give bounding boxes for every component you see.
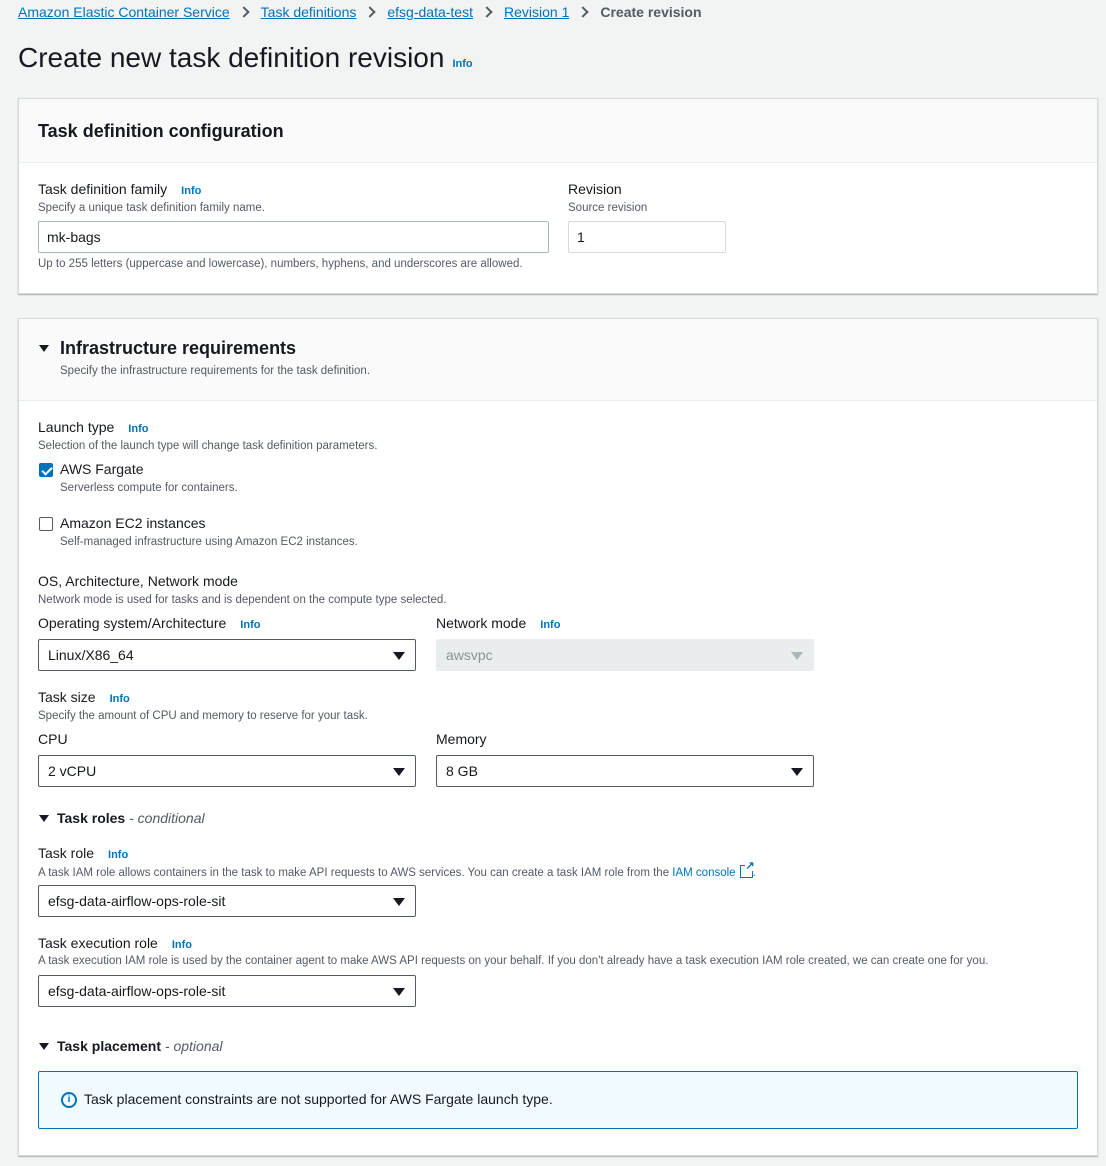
cpu-select-value: 2 vCPU xyxy=(48,763,97,779)
memory-label: Memory xyxy=(436,731,487,747)
infrastructure-requirements-panel: Infrastructure requirements Specify the … xyxy=(18,318,1098,1156)
task-roles-suffix: - conditional xyxy=(129,810,205,826)
task-execution-role-label: Task execution role Info xyxy=(38,935,192,951)
memory-select-value: 8 GB xyxy=(446,763,478,779)
caret-down-icon xyxy=(393,652,405,660)
task-roles-expander[interactable]: Task roles - conditional xyxy=(57,810,205,826)
page-info-link[interactable]: Info xyxy=(452,58,472,70)
family-label-text: Task definition family xyxy=(38,181,168,197)
os-label: Operating system/Architecture Info xyxy=(38,615,260,631)
caret-down-icon xyxy=(393,768,405,776)
task-size-description: Specify the amount of CPU and memory to … xyxy=(38,710,368,722)
breadcrumb-family-link[interactable]: efsg-data-test xyxy=(387,4,473,20)
network-mode-label: Network mode Info xyxy=(436,615,560,631)
task-size-label-text: Task size xyxy=(38,689,96,705)
task-definition-configuration-panel: Task definition configuration Task defin… xyxy=(18,98,1098,294)
task-placement-caret-down-icon[interactable] xyxy=(39,1043,49,1050)
task-placement-title: Task placement xyxy=(57,1038,162,1054)
ec2-label[interactable]: Amazon EC2 instances xyxy=(60,515,206,531)
family-description: Specify a unique task definition family … xyxy=(38,202,265,214)
task-placement-expander[interactable]: Task placement - optional xyxy=(57,1038,223,1054)
task-role-select-value: efsg-data-airflow-ops-role-sit xyxy=(48,893,226,909)
family-label: Task definition family Info xyxy=(38,181,201,197)
task-role-description: A task IAM role allows containers in the… xyxy=(38,861,756,879)
panel-header: Task definition configuration xyxy=(19,99,1097,163)
breadcrumb-revision-link[interactable]: Revision 1 xyxy=(504,4,569,20)
task-placement-suffix: - optional xyxy=(164,1038,223,1054)
page-title-text: Create new task definition revision xyxy=(18,42,445,73)
launch-type-info-link[interactable]: Info xyxy=(128,423,148,435)
os-label-text: Operating system/Architecture xyxy=(38,615,227,631)
panel-header[interactable]: Infrastructure requirements Specify the … xyxy=(19,319,1097,401)
launch-type-label: Launch type Info xyxy=(38,419,148,435)
task-execution-role-info-link[interactable]: Info xyxy=(172,939,192,951)
os-select-value: Linux/X86_64 xyxy=(48,647,134,663)
family-input[interactable]: mk-bags xyxy=(38,221,549,253)
revision-description: Source revision xyxy=(568,202,648,214)
cpu-select[interactable]: 2 vCPU xyxy=(38,755,416,787)
task-roles-caret-down-icon[interactable] xyxy=(39,815,49,822)
task-size-info-link[interactable]: Info xyxy=(110,693,130,705)
chevron-right-icon xyxy=(364,6,377,18)
iam-console-link[interactable]: IAM console xyxy=(672,867,735,879)
network-mode-info-link[interactable]: Info xyxy=(540,619,560,631)
task-placement-info-alert: i Task placement constraints are not sup… xyxy=(38,1071,1078,1129)
breadcrumb-task-definitions-link[interactable]: Task definitions xyxy=(261,4,357,20)
os-arch-network-description: Network mode is used for tasks and is de… xyxy=(38,594,447,606)
breadcrumb-current: Create revision xyxy=(600,4,702,20)
task-role-select[interactable]: efsg-data-airflow-ops-role-sit xyxy=(38,885,416,917)
caret-down-icon xyxy=(791,652,803,660)
cpu-label: CPU xyxy=(38,731,68,747)
fargate-description: Serverless compute for containers. xyxy=(60,482,238,494)
caret-down-icon xyxy=(791,768,803,776)
os-info-link[interactable]: Info xyxy=(240,619,260,631)
task-execution-role-label-text: Task execution role xyxy=(38,935,158,951)
panel-title: Task definition configuration xyxy=(38,121,284,141)
external-link-icon[interactable] xyxy=(739,861,755,878)
chevron-right-icon xyxy=(577,6,590,18)
network-mode-label-text: Network mode xyxy=(436,615,527,631)
task-role-label-text: Task role xyxy=(38,845,95,861)
ec2-checkbox[interactable] xyxy=(39,517,53,531)
caret-down-icon[interactable] xyxy=(39,345,49,352)
breadcrumb: Amazon Elastic Container Service Task de… xyxy=(18,2,702,22)
task-execution-role-select-value: efsg-data-airflow-ops-role-sit xyxy=(48,983,226,999)
caret-down-icon xyxy=(393,898,405,906)
fargate-checkbox[interactable] xyxy=(39,463,53,477)
revision-input: 1 xyxy=(568,221,726,253)
task-role-info-link[interactable]: Info xyxy=(108,849,128,861)
launch-type-label-text: Launch type xyxy=(38,419,115,435)
alert-text: Task placement constraints are not suppo… xyxy=(84,1091,553,1107)
family-info-link[interactable]: Info xyxy=(181,185,201,197)
chevron-right-icon xyxy=(237,6,250,18)
info-circle-icon: i xyxy=(61,1092,77,1108)
page-title: Create new task definition revision Info xyxy=(18,42,473,74)
breadcrumb-ecs-link[interactable]: Amazon Elastic Container Service xyxy=(18,4,230,20)
task-execution-role-description: A task execution IAM role is used by the… xyxy=(38,955,989,967)
os-arch-network-label: OS, Architecture, Network mode xyxy=(38,573,238,589)
panel-title: Infrastructure requirements xyxy=(60,338,297,358)
fargate-label[interactable]: AWS Fargate xyxy=(60,461,144,477)
task-roles-title: Task roles xyxy=(57,810,126,826)
caret-down-icon xyxy=(393,988,405,996)
network-mode-select-value: awsvpc xyxy=(446,647,493,663)
os-select[interactable]: Linux/X86_64 xyxy=(38,639,416,671)
panel-description: Specify the infrastructure requirements … xyxy=(60,365,371,377)
chevron-right-icon xyxy=(481,6,493,18)
task-role-description-text: A task IAM role allows containers in the… xyxy=(38,867,670,879)
launch-type-description: Selection of the launch type will change… xyxy=(38,440,378,452)
task-size-label: Task size Info xyxy=(38,689,130,705)
revision-label: Revision xyxy=(568,181,622,197)
task-execution-role-select[interactable]: efsg-data-airflow-ops-role-sit xyxy=(38,975,416,1007)
network-mode-select: awsvpc xyxy=(436,639,814,671)
family-constraint-text: Up to 255 letters (uppercase and lowerca… xyxy=(38,258,523,270)
memory-select[interactable]: 8 GB xyxy=(436,755,814,787)
ec2-description: Self-managed infrastructure using Amazon… xyxy=(60,536,358,548)
task-role-label: Task role Info xyxy=(38,845,128,861)
